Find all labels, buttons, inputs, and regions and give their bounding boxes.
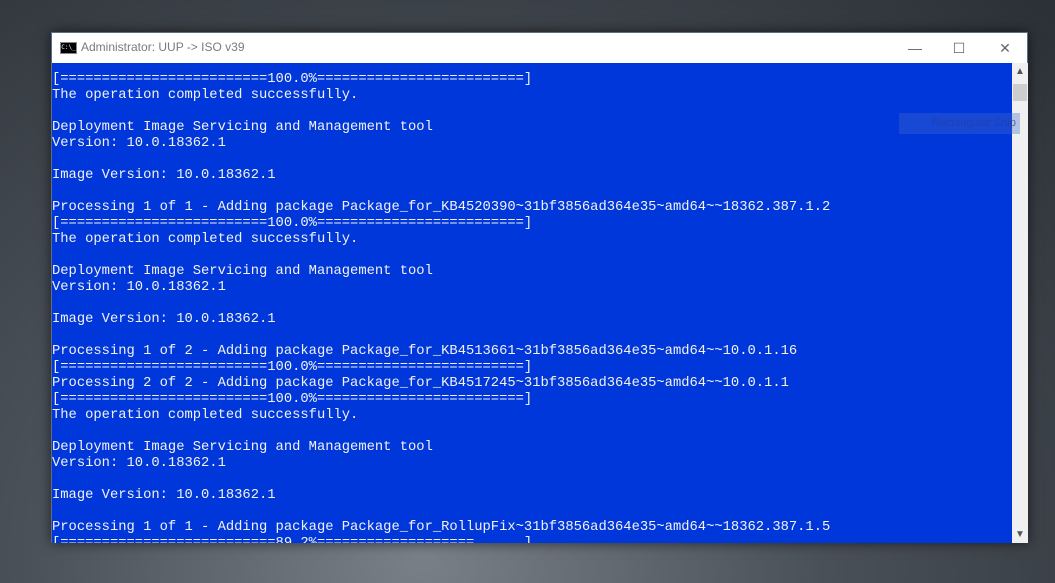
scrollbar-thumb[interactable] <box>1013 84 1027 101</box>
console-line: Processing 2 of 2 - Adding package Packa… <box>52 376 789 391</box>
console-line: Deployment Image Servicing and Managemen… <box>52 264 433 279</box>
console-line: [=========================100.0%========… <box>52 360 533 375</box>
console-line: Processing 1 of 2 - Adding package Packa… <box>52 344 798 359</box>
console-output[interactable]: [=========================100.0%========… <box>52 63 1012 543</box>
console-line: Version: 10.0.18362.1 <box>52 136 226 151</box>
minimize-button[interactable]: — <box>892 33 938 63</box>
console-line: Deployment Image Servicing and Managemen… <box>52 440 433 455</box>
console-line: Deployment Image Servicing and Managemen… <box>52 120 433 135</box>
console-line: [=========================100.0%========… <box>52 392 533 407</box>
console-line: Version: 10.0.18362.1 <box>52 280 226 295</box>
console-line: The operation completed successfully. <box>52 408 359 423</box>
maximize-button[interactable]: ☐ <box>936 33 982 63</box>
console-window: C:\_ Administrator: UUP -> ISO v39 — ☐ ✕… <box>51 32 1028 543</box>
console-line: [=========================100.0%========… <box>52 72 533 87</box>
scroll-down-icon[interactable]: ▼ <box>1012 526 1028 543</box>
window-title: Administrator: UUP -> ISO v39 <box>81 40 245 54</box>
console-line: Processing 1 of 1 - Adding package Packa… <box>52 200 831 215</box>
console-line: Image Version: 10.0.18362.1 <box>52 312 276 327</box>
console-line: The operation completed successfully. <box>52 232 359 247</box>
scroll-up-icon[interactable]: ▲ <box>1012 63 1028 80</box>
close-button[interactable]: ✕ <box>982 33 1028 63</box>
rectangular-snip-overlay: Rectangular Snip <box>899 113 1020 134</box>
console-line: [=========================100.0%========… <box>52 216 533 231</box>
console-line: [==========================89.2%========… <box>52 536 549 543</box>
console-line: Processing 1 of 1 - Adding package Packa… <box>52 520 831 535</box>
console-line: Version: 10.0.18362.1 <box>52 456 226 471</box>
console-line: Image Version: 10.0.18362.1 <box>52 488 276 503</box>
title-bar[interactable]: C:\_ Administrator: UUP -> ISO v39 — ☐ ✕ <box>52 33 1027 63</box>
console-line: Image Version: 10.0.18362.1 <box>52 168 276 183</box>
vertical-scrollbar[interactable]: ▲ ▼ <box>1012 63 1028 543</box>
console-line: The operation completed successfully. <box>52 88 359 103</box>
cmd-icon: C:\_ <box>60 42 77 54</box>
